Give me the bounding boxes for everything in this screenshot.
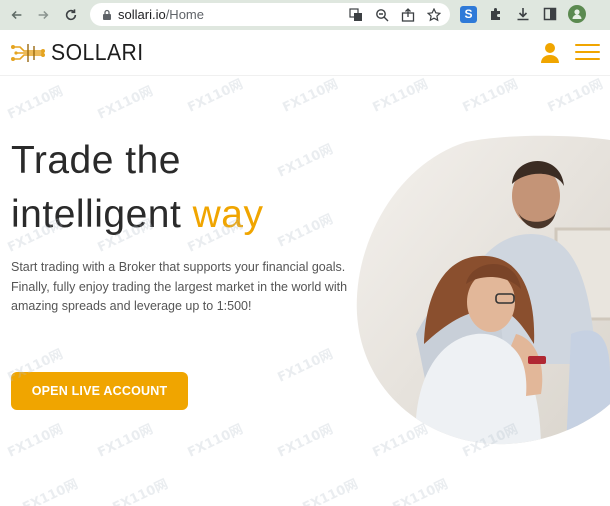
watermark: FX110网 <box>460 77 521 116</box>
site-header: SOLLARI <box>0 30 610 76</box>
watermark: FX110网 <box>545 77 606 116</box>
hero-title-line2: intelligent <box>11 193 182 236</box>
hero-paragraph-2: Finally, fully enjoy trading the largest… <box>11 279 348 314</box>
url-host: sollari.io <box>118 7 166 22</box>
extensions-puzzle-icon[interactable] <box>487 6 504 23</box>
menu-bar <box>575 58 600 60</box>
profile-avatar[interactable] <box>568 5 586 23</box>
extension-s-icon[interactable]: S <box>460 5 477 23</box>
watermark: FX110网 <box>275 422 336 461</box>
open-live-account-button[interactable]: OPEN LIVE ACCOUNT <box>11 372 188 410</box>
reload-button[interactable] <box>60 4 82 26</box>
watermark: FX110网 <box>275 347 336 386</box>
watermark: FX110网 <box>5 422 66 461</box>
watermark: FX110网 <box>300 477 361 506</box>
lock-icon <box>103 9 111 20</box>
zoom-icon[interactable] <box>373 6 390 23</box>
url-text: sollari.io/Home <box>118 7 204 22</box>
hero-paragraph-1: Start trading with a Broker that support… <box>11 260 346 274</box>
url-path: /Home <box>165 7 204 22</box>
translate-icon[interactable] <box>347 6 364 23</box>
hero-title-accent: way <box>192 193 264 236</box>
download-icon[interactable] <box>514 6 531 23</box>
share-icon[interactable] <box>399 6 416 23</box>
watermark: FX110网 <box>185 77 246 116</box>
address-bar[interactable]: sollari.io/Home <box>90 3 450 26</box>
side-panel-icon[interactable] <box>541 6 558 23</box>
user-icon[interactable] <box>540 42 560 64</box>
hero-title: Trade the intelligent way <box>11 134 263 242</box>
hero-description: Start trading with a Broker that support… <box>11 258 351 317</box>
brand-name: SOLLARI <box>51 39 144 65</box>
watermark: FX110网 <box>275 212 336 251</box>
menu-bar <box>575 51 600 53</box>
reload-icon <box>65 9 77 21</box>
watermark: FX110网 <box>95 84 156 123</box>
watermark: FX110网 <box>390 477 451 506</box>
bookmark-star-icon[interactable] <box>425 6 442 23</box>
site-logo[interactable]: SOLLARI <box>10 39 152 66</box>
arrow-left-icon <box>11 10 22 20</box>
watermark: FX110网 <box>20 477 81 506</box>
back-button[interactable] <box>6 4 28 26</box>
watermark: FX110网 <box>185 422 246 461</box>
forward-button[interactable] <box>32 4 54 26</box>
circuit-logo-icon <box>11 43 45 62</box>
menu-bar <box>575 44 600 46</box>
hero-photo <box>356 135 610 445</box>
watermark: FX110网 <box>110 477 171 506</box>
watermark: FX110网 <box>275 142 336 181</box>
watermark: FX110网 <box>370 77 431 116</box>
watermark: FX110网 <box>95 422 156 461</box>
hamburger-menu-button[interactable] <box>575 44 600 62</box>
watermark: FX110网 <box>5 84 66 123</box>
arrow-right-icon <box>38 10 49 20</box>
browser-toolbar: sollari.io/Home S <box>0 0 610 30</box>
hero-title-line1: Trade the <box>11 139 181 182</box>
watermark: FX110网 <box>280 77 341 116</box>
